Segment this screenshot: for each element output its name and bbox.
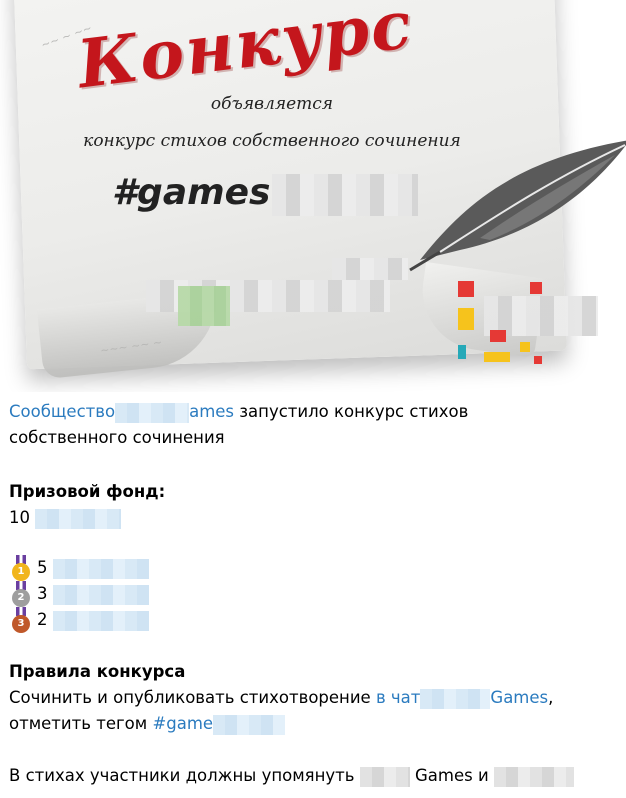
mention-text: В стихах участники должны упомянуть bbox=[9, 766, 360, 785]
intro-text: запустило конкурс стихов bbox=[234, 402, 469, 421]
contest-banner-image: ~~ ~ ~~ ~~~ ~~ ~ Конкурс объявляется кон… bbox=[0, 0, 626, 392]
place-2-amount: 3 bbox=[37, 584, 48, 603]
hashtag-link[interactable]: #game bbox=[152, 714, 213, 733]
mention-games: Games и bbox=[415, 766, 494, 785]
logo-square bbox=[458, 281, 474, 297]
redacted-text bbox=[493, 766, 574, 787]
redacted-area bbox=[332, 258, 408, 280]
banner-announce: объявляется bbox=[210, 94, 334, 114]
rules-text: Сочинить и опубликовать стихотворение bbox=[9, 688, 376, 707]
logo-square bbox=[530, 282, 542, 294]
logo-square bbox=[458, 345, 466, 359]
place-1-amount: 5 bbox=[37, 558, 48, 577]
redacted-text bbox=[52, 610, 149, 631]
prize-heading: Призовой фонд: bbox=[9, 482, 166, 501]
redacted-text bbox=[420, 688, 491, 709]
chat-link-tail[interactable]: Games bbox=[490, 688, 548, 707]
redacted-area bbox=[178, 286, 230, 326]
redacted-text bbox=[359, 766, 410, 787]
rules-line1: Сочинить и опубликовать стихотворение в … bbox=[9, 685, 553, 711]
gold-medal-icon: 1 bbox=[12, 555, 30, 581]
place-2-row: 3 bbox=[37, 581, 149, 607]
prize-total-value: 10 bbox=[9, 508, 30, 527]
banner-hashtag: #games bbox=[112, 172, 271, 213]
chat-link[interactable]: в чат bbox=[376, 688, 420, 707]
feather-quill-icon bbox=[409, 140, 626, 272]
redacted-text bbox=[52, 558, 149, 579]
logo-square bbox=[534, 356, 542, 364]
redacted-text bbox=[35, 508, 122, 529]
bronze-medal-icon: 3 bbox=[12, 607, 30, 633]
tag-text: отметить тегом bbox=[9, 714, 153, 733]
place-3-row: 2 bbox=[37, 607, 149, 633]
logo-square bbox=[490, 330, 506, 342]
community-link[interactable]: Сообщество bbox=[9, 402, 115, 421]
place-3-amount: 2 bbox=[37, 610, 48, 629]
place-1-row: 5 bbox=[37, 555, 149, 581]
redacted-text bbox=[52, 584, 149, 605]
rules-comma: , bbox=[548, 688, 554, 707]
logo-square bbox=[484, 352, 510, 362]
post-intro-line1: Сообщество ames запустило конкурс стихов bbox=[9, 399, 468, 425]
logo-square bbox=[520, 342, 530, 352]
mention-line: В стихах участники должны упомянуть Game… bbox=[9, 763, 574, 789]
prize-total: 10 bbox=[9, 505, 122, 531]
redacted-area bbox=[272, 174, 418, 216]
silver-medal-icon: 2 bbox=[12, 581, 30, 607]
rules-line2: отметить тегом #game bbox=[9, 711, 286, 737]
rules-heading: Правила конкурса bbox=[9, 662, 186, 681]
logo-square bbox=[458, 308, 474, 330]
community-link-tail[interactable]: ames bbox=[189, 402, 234, 421]
redacted-text bbox=[115, 402, 190, 423]
post-intro-line2: собственного сочинения bbox=[9, 428, 225, 447]
redacted-text bbox=[213, 714, 286, 735]
